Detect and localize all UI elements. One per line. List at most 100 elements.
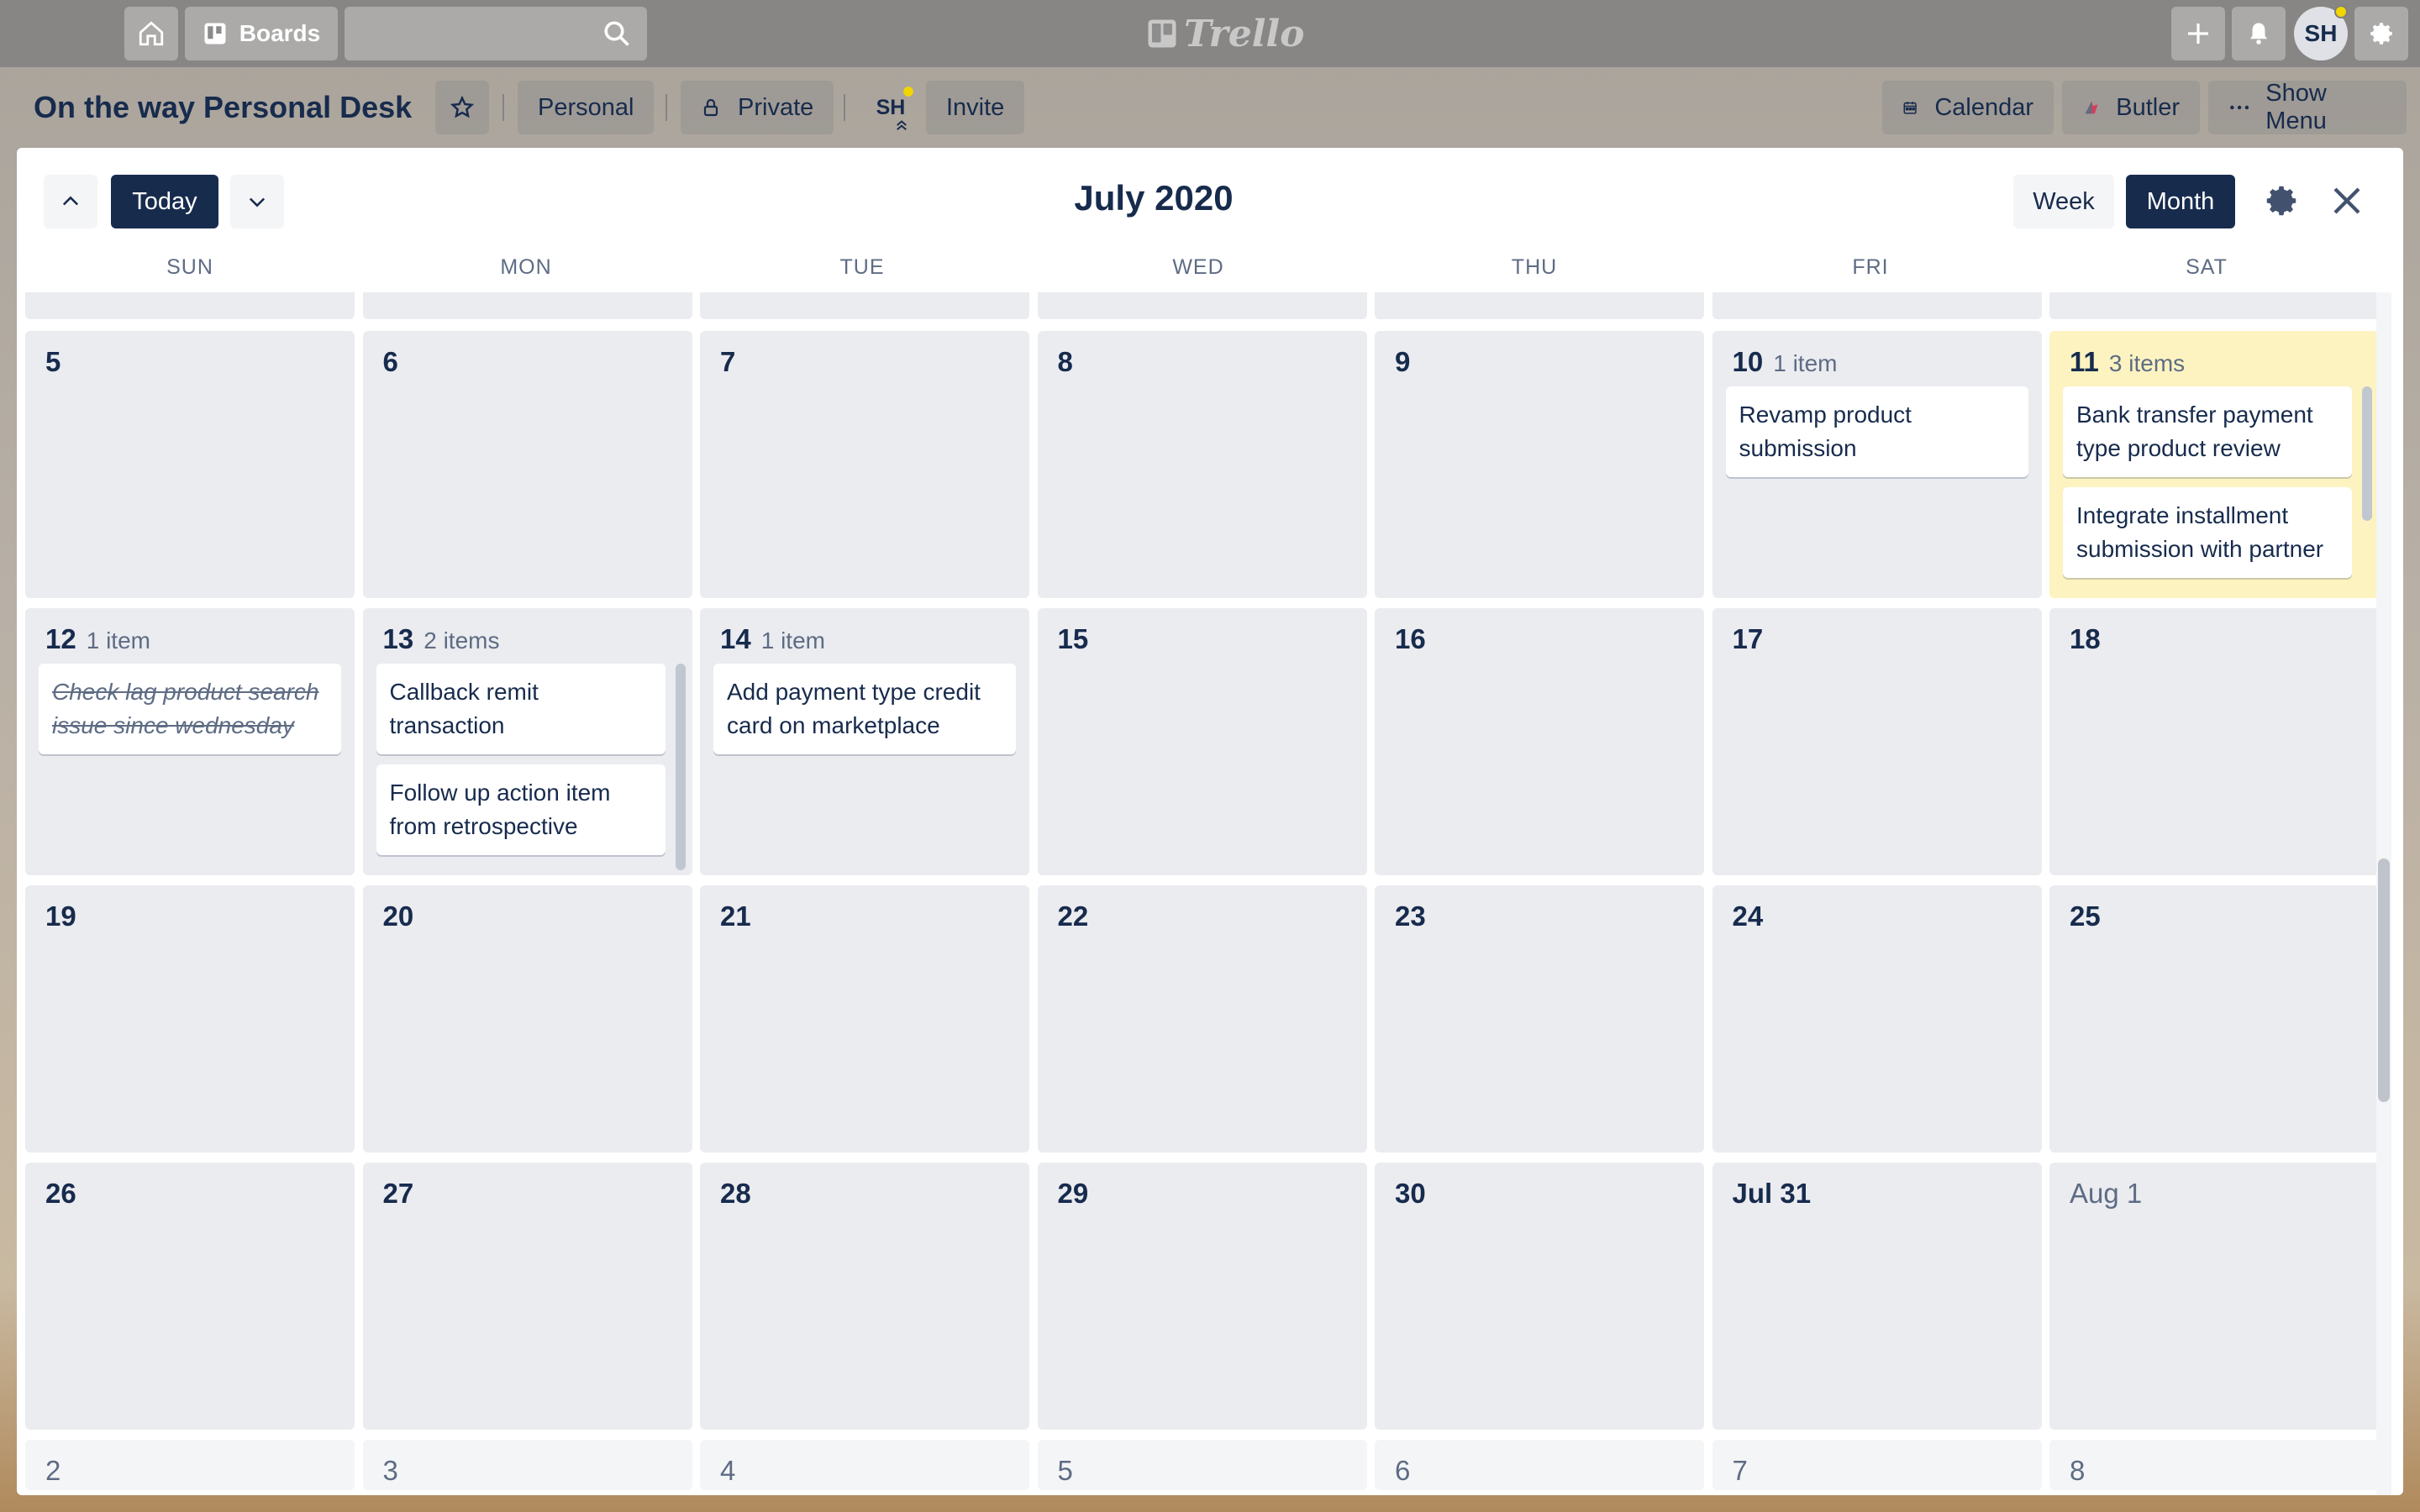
day-cell[interactable]: 16 (1375, 608, 1704, 875)
team-button[interactable]: Personal (518, 81, 655, 134)
show-menu-button[interactable]: Show Menu (2208, 80, 2407, 134)
day-number: 28 (720, 1178, 751, 1210)
day-cell[interactable]: 4 (700, 1440, 1029, 1490)
trello-logo[interactable]: Trello (1147, 12, 1305, 55)
more-horizontal-icon (2230, 105, 2249, 110)
day-number-text: 28 (720, 1178, 751, 1209)
day-cell[interactable]: 25 (2049, 885, 2379, 1152)
invite-button[interactable]: Invite (926, 81, 1025, 134)
day-cell[interactable]: 18 (2049, 608, 2379, 875)
board-member-avatar[interactable]: SH (865, 82, 916, 133)
weekday-header: FRI (1852, 255, 1889, 279)
previous-week-cell[interactable] (1712, 292, 2042, 319)
search-icon[interactable] (602, 18, 632, 49)
day-number: Jul 31 (1733, 1178, 1812, 1210)
day-cell[interactable]: 27 (362, 1163, 692, 1430)
calendar-scrollbar-thumb[interactable] (2378, 858, 2390, 1102)
day-number-text: 24 (1732, 900, 1764, 932)
previous-week-cell[interactable] (1375, 292, 1704, 319)
calendar-settings-button[interactable] (2262, 181, 2301, 224)
day-cell[interactable]: 6 (1375, 1440, 1704, 1490)
day-cell[interactable]: 13 2 items Callback remit transaction Follo… (362, 608, 692, 875)
day-number: 2 (45, 1455, 60, 1487)
day-cell[interactable]: 30 (1375, 1163, 1704, 1430)
calendar-card[interactable]: Integrate installment submission with pa… (2063, 487, 2352, 578)
day-number: 17 (1733, 623, 1764, 655)
day-cell[interactable]: 29 (1037, 1163, 1367, 1430)
card-title: Check lag product search issue since wed… (52, 679, 319, 738)
day-number: 3 (383, 1455, 398, 1487)
header-divider (502, 94, 504, 121)
calendar-card[interactable]: Check lag product search issue since wed… (39, 664, 341, 754)
star-board-button[interactable] (435, 81, 489, 134)
home-icon (139, 21, 164, 46)
calendar-card[interactable]: Add payment type credit card on marketpl… (713, 664, 1016, 754)
home-button[interactable] (124, 7, 178, 60)
week-view-button[interactable]: Week (2013, 175, 2114, 228)
user-avatar[interactable]: SH (2294, 5, 2348, 60)
day-cell[interactable]: 5 (1037, 1440, 1367, 1490)
day-number: 8 (2070, 1455, 2085, 1487)
butler-button[interactable]: Butler (2062, 81, 2200, 134)
day-cell[interactable]: 26 (25, 1163, 355, 1430)
day-cell[interactable]: 12 1 item Check lag product search issue s… (25, 608, 355, 875)
day-cell[interactable]: Jul 31 (1712, 1163, 2042, 1430)
day-number-text: 20 (382, 900, 414, 932)
previous-week-cell[interactable] (362, 292, 692, 319)
settings-button[interactable] (2354, 7, 2408, 60)
day-number-text: 29 (1057, 1178, 1089, 1209)
day-cell[interactable]: 21 (700, 885, 1029, 1152)
card-title: Integrate installment submission with pa… (2076, 502, 2324, 562)
cell-scrollbar[interactable] (2362, 386, 2372, 521)
calendar-card[interactable]: Follow up action item from retrospective (376, 764, 666, 855)
card-title: Callback remit transaction (389, 679, 539, 738)
create-button[interactable] (2171, 7, 2225, 60)
day-cell[interactable]: 2 (25, 1440, 355, 1490)
day-number-text: 30 (1395, 1178, 1426, 1209)
day-cell[interactable]: 9 (1375, 331, 1704, 598)
day-cell[interactable]: 10 1 item Revamp product submission (1712, 331, 2042, 598)
previous-week-cell[interactable] (2049, 292, 2379, 319)
top-header: Boards Trello SH (0, 0, 2420, 67)
day-cell[interactable]: Aug 1 (2049, 1163, 2379, 1430)
day-cell[interactable]: 23 (1375, 885, 1704, 1152)
day-cell[interactable]: 3 (362, 1440, 692, 1490)
calendar-card[interactable]: Bank transfer payment type product revie… (2063, 386, 2352, 477)
cell-scrollbar[interactable] (675, 664, 686, 870)
day-cell[interactable]: 28 (700, 1163, 1029, 1430)
day-number-text: 14 (720, 623, 751, 654)
previous-week-cell[interactable] (1037, 292, 1367, 319)
day-cell[interactable]: 7 (700, 331, 1029, 598)
month-view-button[interactable]: Month (2126, 175, 2235, 228)
day-cell[interactable]: 8 (1037, 331, 1367, 598)
show-menu-label: Show Menu (2265, 80, 2327, 134)
day-cell[interactable]: 6 (362, 331, 692, 598)
day-cell[interactable]: 8 (2049, 1440, 2379, 1490)
previous-week-cell[interactable] (25, 292, 355, 319)
close-calendar-button[interactable] (2329, 183, 2365, 223)
day-cell[interactable]: 24 (1712, 885, 2042, 1152)
weekday-header: TUE (839, 255, 885, 279)
day-number-text: 4 (720, 1455, 736, 1486)
day-cell[interactable]: 5 (25, 331, 355, 598)
previous-week-cell[interactable] (700, 292, 1029, 319)
board-title[interactable]: On the way Personal Desk (34, 84, 412, 131)
gear-icon (2370, 23, 2392, 45)
day-number: 24 (1733, 900, 1764, 932)
calendar-powerup-button[interactable]: Calendar (1882, 81, 2054, 134)
day-cell[interactable]: 11 3 items Bank transfer payment type prod… (2049, 331, 2379, 598)
notifications-button[interactable] (2232, 7, 2286, 60)
calendar-card[interactable]: Revamp product submission (1725, 386, 2028, 477)
day-cell[interactable]: 7 (1712, 1440, 2042, 1490)
day-cell[interactable]: 22 (1037, 885, 1367, 1152)
day-cell[interactable]: 20 (362, 885, 692, 1152)
day-cell[interactable]: 14 1 item Add payment type credit card on … (700, 608, 1029, 875)
boards-button[interactable]: Boards (185, 7, 338, 60)
day-cell[interactable]: 15 (1037, 608, 1367, 875)
day-cell[interactable]: 17 (1712, 608, 2042, 875)
calendar-card[interactable]: Callback remit transaction (376, 664, 666, 754)
day-number: 6 (383, 346, 398, 378)
day-number: 23 (1395, 900, 1426, 932)
day-cell[interactable]: 19 (25, 885, 355, 1152)
visibility-button[interactable]: Private (681, 81, 834, 134)
